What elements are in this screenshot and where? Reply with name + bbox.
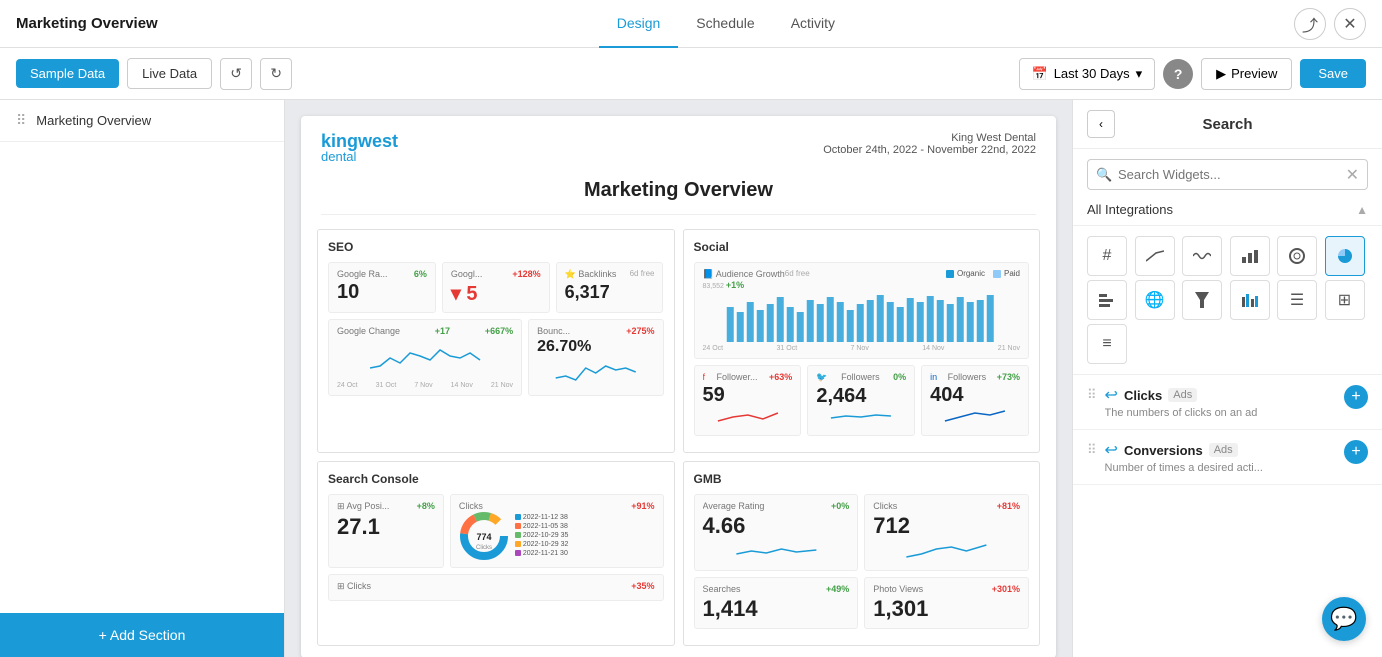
clicks-widget2: ⊞ Clicks+35% xyxy=(328,574,664,601)
right-panel: ‹ Search 🔍 ✕ All Integrations ▲ # xyxy=(1072,100,1382,657)
clicks-add-button[interactable]: + xyxy=(1344,385,1368,409)
hash-icon-btn[interactable]: # xyxy=(1087,236,1127,276)
panel-back-button[interactable]: ‹ xyxy=(1087,110,1115,138)
table-icon-btn[interactable]: ⊞ xyxy=(1325,280,1365,320)
sidebar: ⠿ Marketing Overview + Add Section xyxy=(0,100,285,657)
fb-followers-widget: f Follower...+63% 59 xyxy=(694,365,802,436)
svg-text:774: 774 xyxy=(476,532,491,542)
canvas-area[interactable]: kingwestdental King West Dental October … xyxy=(285,100,1072,657)
tab-schedule[interactable]: Schedule xyxy=(678,0,772,48)
search-icon: 🔍 xyxy=(1096,167,1112,183)
calendar-icon: 📅 xyxy=(1032,66,1048,82)
conversions-add-button[interactable]: + xyxy=(1344,440,1368,464)
search-box: 🔍 ✕ xyxy=(1087,159,1368,190)
backlinks-widget: ⭐ Backlinks6d free 6,317 xyxy=(556,262,664,313)
pie-chart-icon-btn[interactable] xyxy=(1325,236,1365,276)
report-meta: King West Dental October 24th, 2022 - No… xyxy=(823,132,1036,156)
social-section: Social 📘 Audience Growth6d free 83,552 +… xyxy=(683,229,1041,453)
funnel-icon-btn[interactable] xyxy=(1182,280,1222,320)
google-change-widget: Google Change+17+667% 24 Oct31 Oct7 Nov1… xyxy=(328,319,522,396)
top-actions: ⤴ ✕ xyxy=(1294,8,1366,40)
searches-widget: Searches+49% 1,414 xyxy=(694,577,859,629)
chat-bubble[interactable]: 💬 xyxy=(1322,597,1366,641)
bounce-widget: Bounc...+275% 26.70% xyxy=(528,319,663,396)
search-input[interactable] xyxy=(1087,159,1368,190)
avg-rating-widget: Average Rating+0% 4.66 xyxy=(694,494,859,571)
gmb-section: GMB Average Rating+0% 4.66 Clicks+81% 71… xyxy=(683,461,1041,646)
report-header: kingwestdental King West Dental October … xyxy=(301,116,1056,171)
clicks-pie-widget: Clicks+91% 774 Clicks xyxy=(450,494,664,568)
globe-icon-btn[interactable]: 🌐 xyxy=(1135,280,1175,320)
close-button[interactable]: ✕ xyxy=(1334,8,1366,40)
bar2-icon-btn[interactable] xyxy=(1087,280,1127,320)
grouped-bar-icon-btn[interactable] xyxy=(1230,280,1270,320)
gmb-clicks-widget: Clicks+81% 712 xyxy=(864,494,1029,571)
report-frame: kingwestdental King West Dental October … xyxy=(301,116,1056,657)
preview-button[interactable]: ▶ Preview xyxy=(1201,58,1292,90)
tab-design[interactable]: Design xyxy=(599,0,679,48)
widget-icons-grid: # 🌐 xyxy=(1073,226,1382,375)
undo-icon: ↺ xyxy=(230,65,242,82)
donut-icon-btn[interactable] xyxy=(1277,236,1317,276)
conversions-widget-icon: ↩ xyxy=(1105,440,1118,460)
chevron-down-icon: ▾ xyxy=(1136,66,1143,82)
top-bar: Marketing Overview Design Schedule Activ… xyxy=(0,0,1382,48)
toolbar-right: 📅 Last 30 Days ▾ ? ▶ Preview Save xyxy=(1019,58,1366,90)
play-icon: ▶ xyxy=(1216,66,1226,82)
avg-position-widget: ⊞ Avg Posi...+8% 27.1 xyxy=(328,494,444,568)
date-range-button[interactable]: 📅 Last 30 Days ▾ xyxy=(1019,58,1156,90)
sample-data-button[interactable]: Sample Data xyxy=(16,59,119,88)
top-tabs: Design Schedule Activity xyxy=(599,0,853,48)
sidebar-header: ⠿ Marketing Overview xyxy=(0,100,284,142)
svg-text:Clicks: Clicks xyxy=(476,545,492,551)
bar-chart-icon-btn[interactable] xyxy=(1230,236,1270,276)
integrations-header: All Integrations ▲ xyxy=(1073,196,1382,226)
chat-icon: 💬 xyxy=(1330,606,1357,632)
undo-button[interactable]: ↺ xyxy=(220,58,252,90)
drag-handle-icon[interactable]: ⠿ xyxy=(16,112,26,129)
clicks-widget-icon: ↩ xyxy=(1105,385,1118,405)
sidebar-section-title: Marketing Overview xyxy=(36,113,151,128)
redo-icon: ↻ xyxy=(270,65,282,82)
wave-icon-btn[interactable] xyxy=(1182,236,1222,276)
chevron-left-icon: ‹ xyxy=(1099,117,1103,131)
panel-header: ‹ Search xyxy=(1073,100,1382,149)
redo-button[interactable]: ↻ xyxy=(260,58,292,90)
drag-icon: ⠿ xyxy=(1087,385,1097,403)
toolbar: Sample Data Live Data ↺ ↻ 📅 Last 30 Days… xyxy=(0,48,1382,100)
help-button[interactable]: ? xyxy=(1163,59,1193,89)
audience-growth-widget: 📘 Audience Growth6d free 83,552 +1% Orga… xyxy=(694,262,1030,359)
chevron-up-icon: ▲ xyxy=(1356,203,1368,217)
line-chart-icon-btn[interactable] xyxy=(1135,236,1175,276)
share-icon: ⤴ xyxy=(1302,12,1318,36)
search-console-section: Search Console ⊞ Avg Posi...+8% 27.1 Cli… xyxy=(317,461,675,646)
google-widget2: Googl...+128% ▾ 5 xyxy=(442,262,550,313)
main-layout: ⠿ Marketing Overview + Add Section kingw… xyxy=(0,100,1382,657)
report-title: Marketing Overview xyxy=(321,171,1036,215)
tab-activity[interactable]: Activity xyxy=(773,0,853,48)
list-icon-btn[interactable]: ☰ xyxy=(1277,280,1317,320)
add-section-button[interactable]: + Add Section xyxy=(0,613,284,657)
list2-icon-btn[interactable]: ≡ xyxy=(1087,324,1127,364)
save-button[interactable]: Save xyxy=(1300,59,1366,88)
search-clear-icon[interactable]: ✕ xyxy=(1346,165,1359,185)
share-button[interactable]: ⤴ xyxy=(1294,8,1326,40)
close-icon: ✕ xyxy=(1343,14,1356,34)
live-data-button[interactable]: Live Data xyxy=(127,58,212,89)
drag-icon: ⠿ xyxy=(1087,440,1097,458)
clicks-widget-item[interactable]: ⠿ ↩ Clicks Ads The numbers of clicks on … xyxy=(1073,375,1382,430)
linkedin-followers-widget: in Followers+73% 404 xyxy=(921,365,1029,436)
brand-logo: kingwestdental xyxy=(321,132,398,163)
conversions-widget-item[interactable]: ⠿ ↩ Conversions Ads Number of times a de… xyxy=(1073,430,1382,485)
twitter-followers-widget: 🐦 Followers0% 2,464 xyxy=(807,365,915,436)
google-ranking-widget: Google Ra...6% 10 xyxy=(328,262,436,313)
app-title: Marketing Overview xyxy=(16,15,158,32)
toolbar-left: Sample Data Live Data ↺ ↻ xyxy=(16,58,292,90)
photo-views-widget: Photo Views+301% 1,301 xyxy=(864,577,1029,629)
seo-section: SEO Google Ra...6% 10 Googl...+128% ▾ 5 … xyxy=(317,229,675,453)
